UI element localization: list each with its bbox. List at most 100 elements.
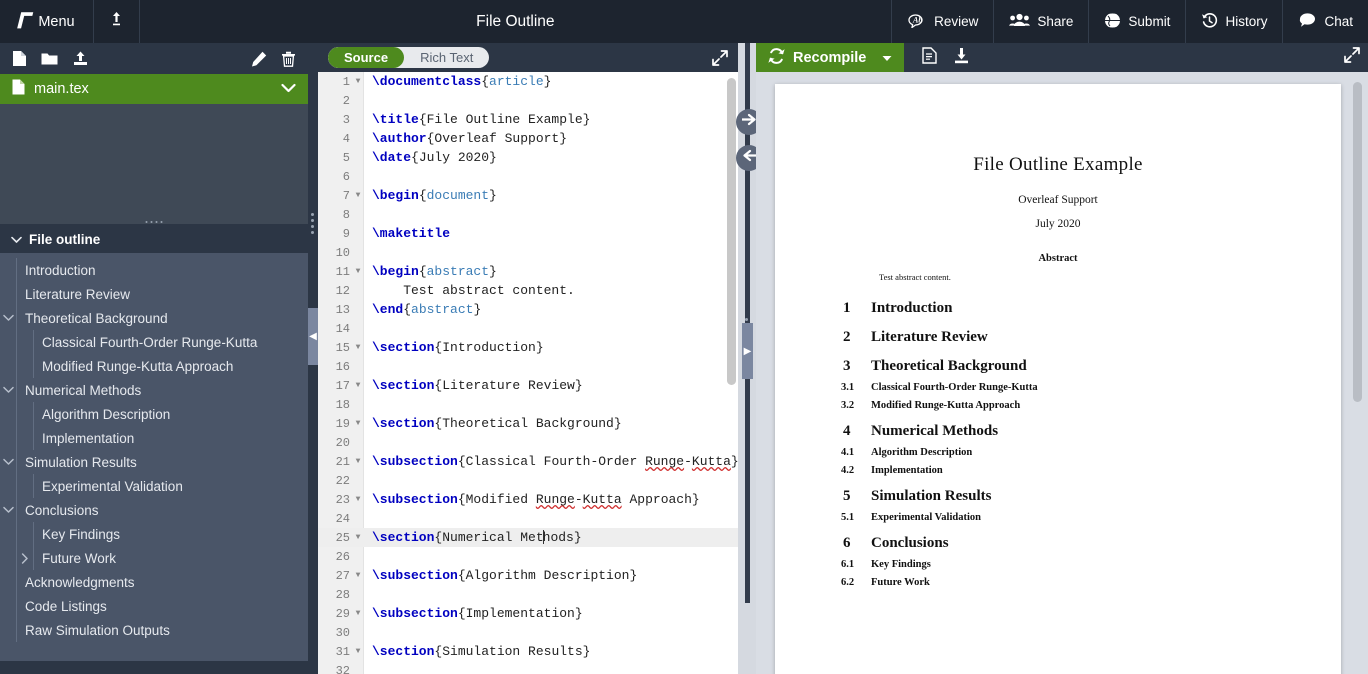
chevron-down-icon[interactable]: [0, 314, 16, 322]
code-line[interactable]: 23▼\subsection{Modified Runge-Kutta Appr…: [318, 490, 738, 509]
pdf-scrollbar[interactable]: [1353, 82, 1362, 402]
chevron-down-icon[interactable]: [0, 458, 16, 466]
code-line[interactable]: 3\title{File Outline Example}: [318, 110, 738, 129]
code-line[interactable]: 2: [318, 91, 738, 110]
compile-logs-button[interactable]: [914, 47, 945, 69]
chevron-down-icon[interactable]: [281, 80, 296, 98]
code-line[interactable]: 13\end{abstract}: [318, 300, 738, 319]
code-line[interactable]: 20: [318, 433, 738, 452]
file-tree-item-main-tex[interactable]: main.tex: [0, 74, 308, 104]
code-line[interactable]: 29▼\subsection{Implementation}: [318, 604, 738, 623]
code-line[interactable]: 10: [318, 243, 738, 262]
code-line[interactable]: 15▼\section{Introduction}: [318, 338, 738, 357]
fold-toggle-icon[interactable]: ▼: [352, 77, 364, 86]
outline-item[interactable]: Literature Review: [0, 282, 308, 306]
new-folder-icon[interactable]: [41, 51, 58, 66]
code-line[interactable]: 19▼\section{Theoretical Background}: [318, 414, 738, 433]
recompile-button[interactable]: Recompile: [756, 43, 904, 72]
code-line[interactable]: 12 Test abstract content.: [318, 281, 738, 300]
expand-pdf-button[interactable]: [1336, 47, 1368, 68]
code-line[interactable]: 6: [318, 167, 738, 186]
pdf-viewport[interactable]: File Outline Example Overleaf Support Ju…: [756, 72, 1368, 674]
code-line[interactable]: 30: [318, 623, 738, 642]
code-line[interactable]: 26: [318, 547, 738, 566]
outline-item[interactable]: Modified Runge-Kutta Approach: [0, 354, 308, 378]
fold-toggle-icon[interactable]: ▼: [352, 191, 364, 200]
code-line[interactable]: 27▼\subsection{Algorithm Description}: [318, 566, 738, 585]
fold-toggle-icon[interactable]: ▼: [352, 571, 364, 580]
upload-icon[interactable]: [72, 51, 89, 67]
history-button[interactable]: History: [1185, 0, 1282, 43]
code-line[interactable]: 16: [318, 357, 738, 376]
rename-pencil-icon[interactable]: [251, 51, 267, 67]
file-tree-outline-resizer[interactable]: [0, 220, 308, 225]
code-line[interactable]: 5\date{July 2020}: [318, 148, 738, 167]
new-file-icon[interactable]: [12, 50, 27, 67]
pdf-toc-entry: 3.1Classical Fourth-Order Runge-Kutta: [835, 382, 1281, 393]
outline-item[interactable]: Simulation Results: [0, 450, 308, 474]
outline-item[interactable]: Conclusions: [0, 498, 308, 522]
code-line[interactable]: 25▼\section{Numerical Methods}: [318, 528, 738, 547]
chevron-down-icon[interactable]: [0, 506, 16, 514]
recompile-button-main[interactable]: Recompile: [756, 48, 880, 68]
fold-toggle-icon[interactable]: ▼: [352, 647, 364, 656]
fold-toggle-icon[interactable]: ▼: [352, 343, 364, 352]
outline-item[interactable]: Key Findings: [0, 522, 308, 546]
pdf-preview-panel: Recompile: [756, 43, 1368, 674]
file-panel-resizer[interactable]: ◀: [308, 43, 318, 674]
collapse-file-panel-button[interactable]: ◀: [308, 308, 318, 365]
outline-item[interactable]: Introduction: [0, 258, 308, 282]
download-pdf-button[interactable]: [945, 47, 978, 69]
code-line[interactable]: 32: [318, 661, 738, 674]
code-line[interactable]: 1▼\documentclass{article}: [318, 72, 738, 91]
fold-toggle-icon[interactable]: ▼: [352, 267, 364, 276]
outline-item[interactable]: Acknowledgments: [0, 570, 308, 594]
outline-item[interactable]: Numerical Methods: [0, 378, 308, 402]
code-line[interactable]: 7▼\begin{document}: [318, 186, 738, 205]
code-line[interactable]: 18: [318, 395, 738, 414]
tab-rich-text[interactable]: Rich Text: [404, 47, 489, 68]
fold-toggle-icon[interactable]: ▼: [352, 495, 364, 504]
code-line[interactable]: 11▼\begin{abstract}: [318, 262, 738, 281]
outline-item[interactable]: Future Work: [0, 546, 308, 570]
chat-button[interactable]: Chat: [1282, 0, 1368, 43]
fold-toggle-icon[interactable]: ▼: [352, 419, 364, 428]
outline-item[interactable]: Code Listings: [0, 594, 308, 618]
code-line[interactable]: 17▼\section{Literature Review}: [318, 376, 738, 395]
chevron-down-icon[interactable]: [0, 386, 16, 394]
menu-button[interactable]: 𝚪 Menu: [0, 0, 94, 43]
share-button[interactable]: Share: [993, 0, 1088, 43]
collapse-editor-button[interactable]: ▶: [742, 323, 753, 379]
outline-item[interactable]: Algorithm Description: [0, 402, 308, 426]
back-to-projects-button[interactable]: [94, 0, 140, 43]
outline-item[interactable]: Implementation: [0, 426, 308, 450]
outline-item[interactable]: Experimental Validation: [0, 474, 308, 498]
expand-diagonal-icon[interactable]: [712, 50, 728, 66]
code-line[interactable]: 8: [318, 205, 738, 224]
code-line[interactable]: 4\author{Overleaf Support}: [318, 129, 738, 148]
recompile-dropdown-button[interactable]: [880, 49, 904, 67]
fold-toggle-icon[interactable]: ▼: [352, 533, 364, 542]
submit-button[interactable]: Submit: [1088, 0, 1185, 43]
fold-toggle-icon[interactable]: ▼: [352, 457, 364, 466]
code-line[interactable]: 24: [318, 509, 738, 528]
code-editor-area[interactable]: 1▼\documentclass{article}23\title{File O…: [318, 72, 738, 674]
code-line[interactable]: 22: [318, 471, 738, 490]
fold-toggle-icon[interactable]: ▼: [352, 609, 364, 618]
file-outline-header[interactable]: File outline: [0, 225, 308, 253]
editor-scrollbar[interactable]: [727, 78, 736, 385]
outline-item[interactable]: Theoretical Background: [0, 306, 308, 330]
chevron-right-icon[interactable]: [17, 553, 33, 564]
review-button[interactable]: Ab Review: [891, 0, 993, 43]
outline-item[interactable]: Classical Fourth-Order Runge-Kutta: [0, 330, 308, 354]
delete-trash-icon[interactable]: [281, 51, 296, 67]
editor-pdf-splitter[interactable]: ▶: [738, 43, 756, 674]
fold-toggle-icon[interactable]: ▼: [352, 381, 364, 390]
code-line[interactable]: 28: [318, 585, 738, 604]
outline-item[interactable]: Raw Simulation Outputs: [0, 618, 308, 642]
code-line[interactable]: 31▼\section{Simulation Results}: [318, 642, 738, 661]
code-line[interactable]: 14: [318, 319, 738, 338]
code-line[interactable]: 21▼\subsection{Classical Fourth-Order Ru…: [318, 452, 738, 471]
tab-source[interactable]: Source: [328, 47, 404, 68]
code-line[interactable]: 9\maketitle: [318, 224, 738, 243]
